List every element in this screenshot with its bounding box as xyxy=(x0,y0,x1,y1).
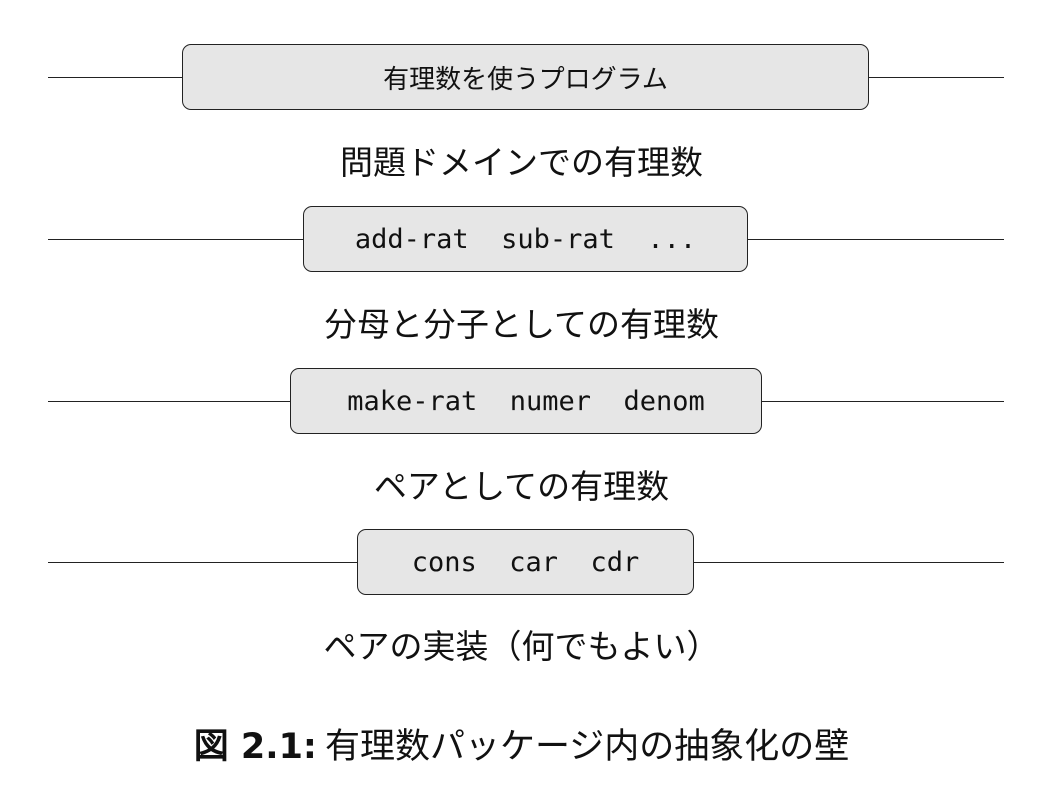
layer-label-problem-domain: 問題ドメインでの有理数 xyxy=(340,143,703,182)
layer-label-numer-denom: 分母と分子としての有理数 xyxy=(323,305,719,344)
figure-caption-text: 有理数パッケージ内の抽象化の壁 xyxy=(324,727,850,767)
layer-box-label: make-rat numer denom xyxy=(347,385,705,417)
abstraction-barrier-line-right xyxy=(692,562,1004,563)
figure-caption: 図 2.1: 有理数パッケージ内の抽象化の壁 xyxy=(0,718,1043,769)
abstraction-barrier-line-right xyxy=(867,77,1004,78)
layer-box-constructors-selectors: make-rat numer denom xyxy=(290,368,762,434)
layer-box-pair-primitives: cons car cdr xyxy=(357,529,694,595)
abstraction-barrier-line-right xyxy=(760,401,1004,402)
abstraction-barrier-line-right xyxy=(746,239,1004,240)
abstraction-barrier-line-left xyxy=(48,401,291,402)
layer-box-label: cons car cdr xyxy=(411,546,640,578)
layer-box-program: 有理数を使うプログラム xyxy=(182,44,869,110)
abstraction-barrier-line-left xyxy=(48,239,304,240)
abstraction-barrier-line-left xyxy=(48,77,183,78)
layer-label-pairs: ペアとしての有理数 xyxy=(373,467,670,506)
abstraction-barrier-line-left xyxy=(48,562,358,563)
layer-box-arithmetic-ops: add-rat sub-rat ... xyxy=(303,206,748,272)
layer-label-pair-implementation: ペアの実装（何でもよい） xyxy=(323,627,720,666)
layer-box-label: 有理数を使うプログラム xyxy=(383,64,668,95)
layer-box-label: add-rat sub-rat ... xyxy=(354,223,697,255)
figure-number: 図 2.1: xyxy=(193,727,317,767)
